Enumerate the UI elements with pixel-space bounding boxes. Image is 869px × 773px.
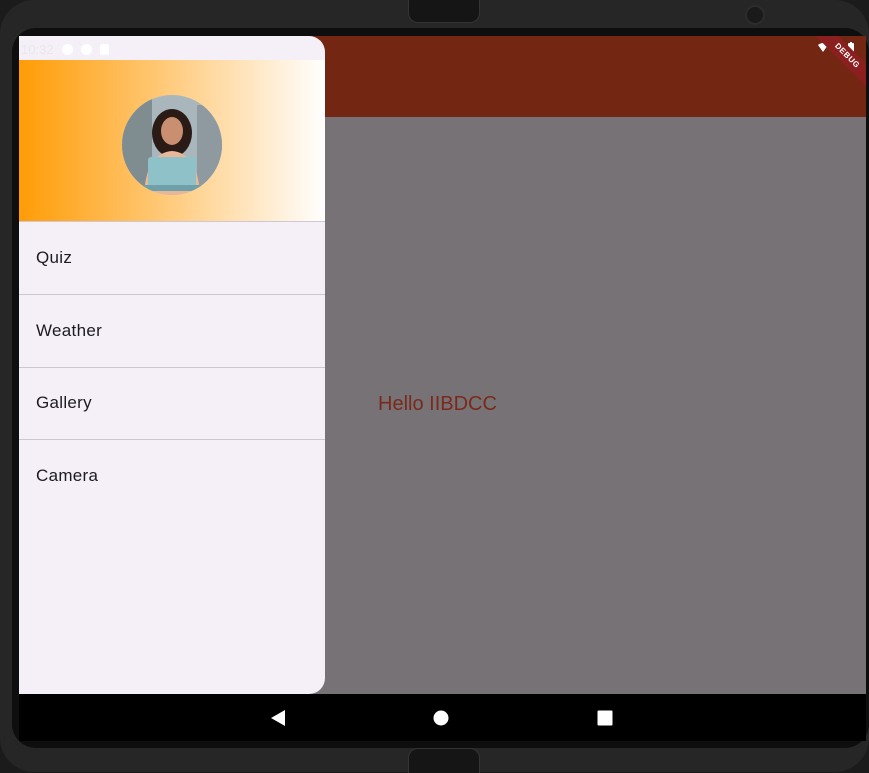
drawer-item-gallery[interactable]: Gallery: [19, 367, 325, 440]
sim-card-icon: [99, 43, 109, 55]
drawer-item-quiz[interactable]: Quiz: [19, 222, 325, 295]
hinge-bottom: [408, 748, 480, 773]
system-nav-bar: [19, 694, 866, 741]
profile-photo: [122, 95, 222, 195]
hinge-top: [408, 0, 480, 23]
recents-icon[interactable]: [596, 709, 614, 727]
drawer-item-weather[interactable]: Weather: [19, 295, 325, 368]
shield-icon: [80, 43, 92, 55]
app-screen: DEBUG Hello IIBDCC 10:32 Quiz Weather Ga…: [19, 36, 866, 694]
settings-icon: [61, 43, 73, 55]
drawer-header: [19, 60, 325, 222]
drawer-item-camera[interactable]: Camera: [19, 440, 325, 512]
avatar[interactable]: [122, 95, 222, 195]
home-icon[interactable]: [432, 709, 450, 727]
navigation-drawer: 10:32 Quiz Weather Gallery Camera: [19, 36, 325, 694]
drawer-item-label: Weather: [36, 321, 103, 340]
back-icon[interactable]: [269, 709, 287, 727]
hello-text: Hello IIBDCC: [378, 393, 497, 415]
drawer-item-label: Camera: [36, 466, 99, 485]
status-bar-left: 10:32: [19, 40, 109, 58]
front-camera: [745, 5, 765, 25]
status-time: 10:32: [21, 41, 54, 57]
drawer-item-label: Quiz: [36, 248, 73, 267]
drawer-item-label: Gallery: [36, 393, 92, 412]
